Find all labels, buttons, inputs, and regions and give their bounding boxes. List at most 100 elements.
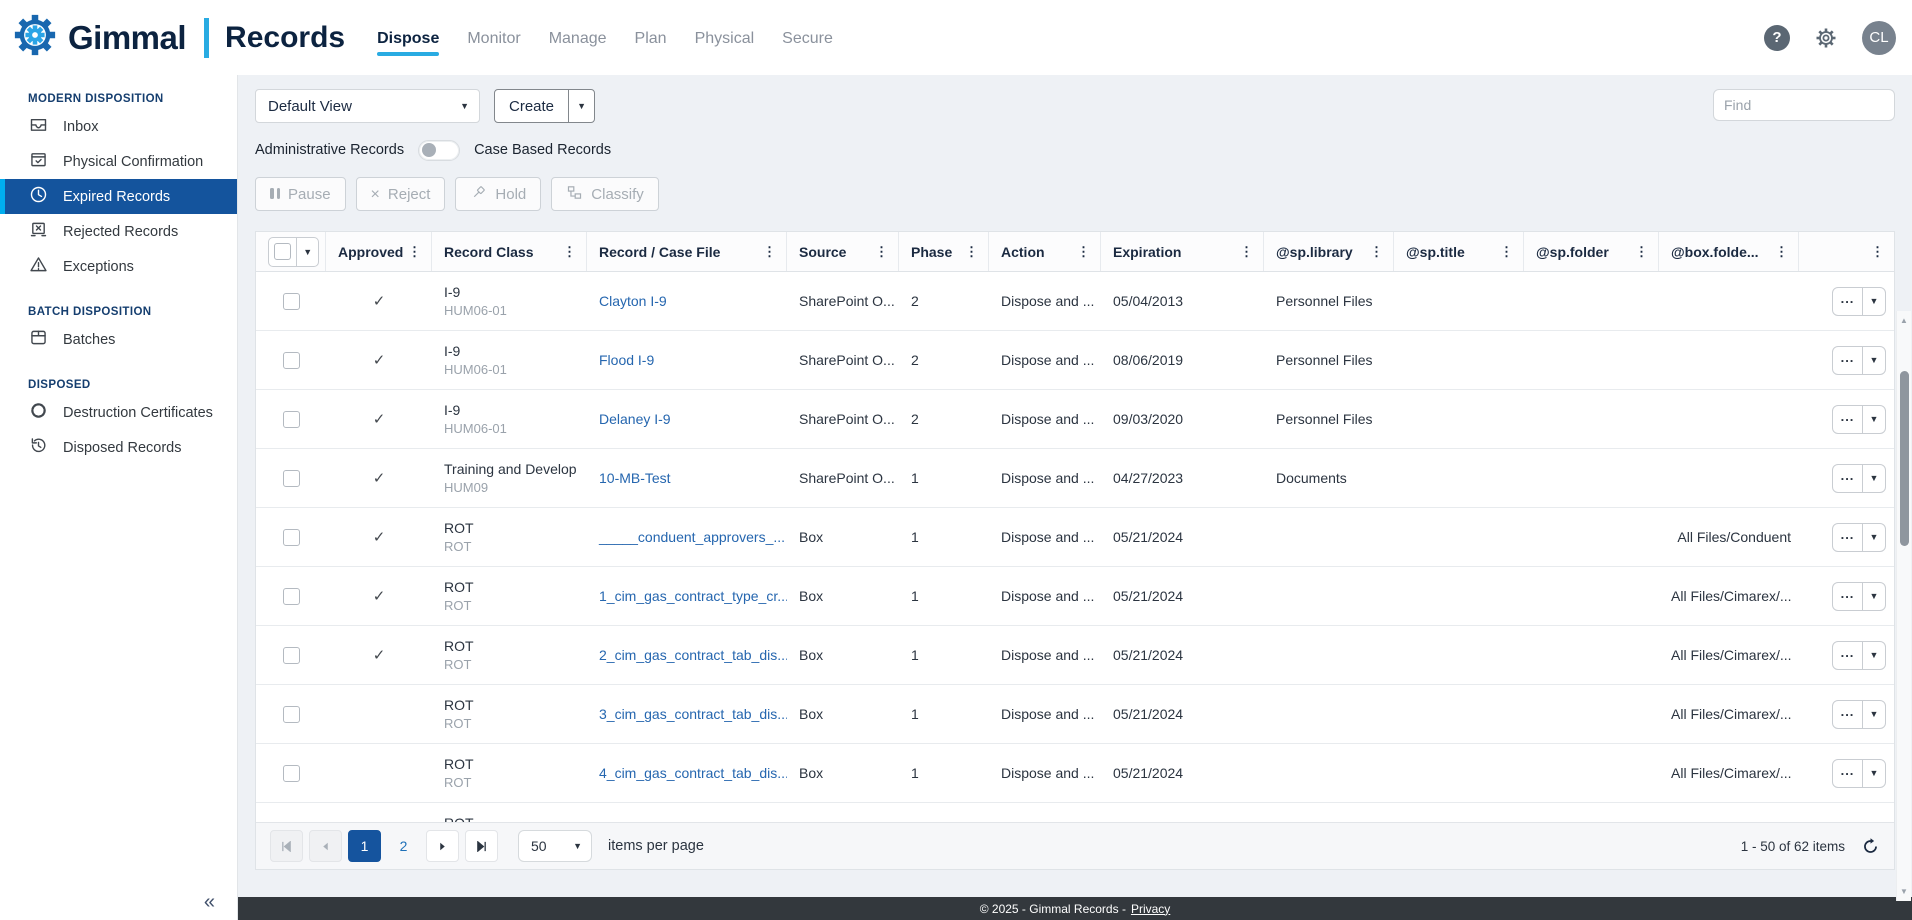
row-actions-button[interactable]: ...▼ <box>1832 759 1886 788</box>
sidebar-item-physical-confirmation[interactable]: Physical Confirmation <box>0 144 237 179</box>
row-more-icon[interactable]: ... <box>1833 760 1862 787</box>
row-actions-button[interactable]: ...▼ <box>1832 523 1886 552</box>
create-dropdown-caret-icon[interactable]: ▼ <box>568 90 594 122</box>
previous-page-button[interactable] <box>309 830 342 862</box>
nav-item-physical[interactable]: Physical <box>695 24 755 56</box>
record-file-link[interactable]: 10-MB-Test <box>599 470 671 486</box>
row-caret-icon[interactable]: ▼ <box>1862 288 1885 315</box>
row-actions-button[interactable]: ...▼ <box>1832 346 1886 375</box>
column-menu-icon[interactable]: ⋮ <box>1631 244 1652 260</box>
last-page-button[interactable] <box>465 830 498 862</box>
next-page-button[interactable] <box>426 830 459 862</box>
page-button-2[interactable]: 2 <box>387 830 420 862</box>
column-menu-icon[interactable]: ⋮ <box>1867 244 1888 260</box>
row-checkbox[interactable] <box>283 765 300 782</box>
column-menu-icon[interactable]: ⋮ <box>871 244 892 260</box>
nav-item-monitor[interactable]: Monitor <box>467 24 520 56</box>
page-size-select[interactable]: 50 ▼ <box>518 830 592 862</box>
row-more-icon[interactable]: ... <box>1833 465 1862 492</box>
row-checkbox[interactable] <box>283 529 300 546</box>
row-caret-icon[interactable]: ▼ <box>1862 465 1885 492</box>
privacy-link[interactable]: Privacy <box>1131 902 1170 916</box>
reject-button[interactable]: ×Reject <box>356 177 446 211</box>
row-actions-button[interactable]: ...▼ <box>1832 405 1886 434</box>
sidebar-item-disposed-records[interactable]: Disposed Records <box>0 430 237 465</box>
column-menu-icon[interactable]: ⋮ <box>404 244 425 260</box>
scroll-up-icon[interactable]: ▲ <box>1897 313 1911 328</box>
row-more-icon[interactable]: ... <box>1833 583 1862 610</box>
row-checkbox[interactable] <box>283 293 300 310</box>
row-actions-button[interactable]: ...▼ <box>1832 464 1886 493</box>
column-menu-icon[interactable]: ⋮ <box>1771 244 1792 260</box>
records-mode-toggle[interactable] <box>418 140 460 161</box>
refresh-icon[interactable] <box>1861 837 1880 856</box>
row-caret-icon[interactable]: ▼ <box>1862 760 1885 787</box>
select-all-control[interactable]: ▼ <box>268 237 319 267</box>
column-menu-icon[interactable]: ⋮ <box>1236 244 1257 260</box>
record-file-link[interactable]: 4_cim_gas_contract_tab_dis... <box>599 765 787 781</box>
sidebar-item-destruction-certificates[interactable]: Destruction Certificates <box>0 395 237 430</box>
classify-button[interactable]: Classify <box>551 177 659 211</box>
row-more-icon[interactable]: ... <box>1833 347 1862 374</box>
record-file-link[interactable]: Delaney I-9 <box>599 411 671 427</box>
row-caret-icon[interactable]: ▼ <box>1862 406 1885 433</box>
record-file-link[interactable]: _____conduent_approvers_... <box>599 529 785 545</box>
sidebar-item-rejected-records[interactable]: Rejected Records <box>0 214 237 249</box>
row-checkbox[interactable] <box>283 706 300 723</box>
sidebar-item-exceptions[interactable]: Exceptions <box>0 249 237 284</box>
vertical-scrollbar[interactable]: ▲ ▼ <box>1896 311 1911 901</box>
row-more-icon[interactable]: ... <box>1833 406 1862 433</box>
sidebar-item-batches[interactable]: Batches <box>0 322 237 357</box>
row-more-icon[interactable]: ... <box>1833 524 1862 551</box>
scroll-down-icon[interactable]: ▼ <box>1897 884 1911 899</box>
record-file-link[interactable]: 1_cim_gas_contract_type_cr... <box>599 588 787 604</box>
sidebar-item-expired-records[interactable]: Expired Records <box>0 179 237 214</box>
help-icon[interactable]: ? <box>1764 25 1790 51</box>
row-checkbox[interactable] <box>283 411 300 428</box>
row-checkbox[interactable] <box>283 352 300 369</box>
nav-item-manage[interactable]: Manage <box>549 24 607 56</box>
page-button-1[interactable]: 1 <box>348 830 381 862</box>
row-checkbox[interactable] <box>283 647 300 664</box>
hold-button[interactable]: Hold <box>455 177 541 211</box>
select-all-checkbox[interactable] <box>269 238 296 266</box>
record-file-link[interactable]: Flood I-9 <box>599 352 654 368</box>
row-checkbox[interactable] <box>283 470 300 487</box>
row-caret-icon[interactable]: ▼ <box>1862 347 1885 374</box>
nav-item-dispose[interactable]: Dispose <box>377 24 439 56</box>
create-button[interactable]: Create ▼ <box>494 89 595 123</box>
row-caret-icon[interactable]: ▼ <box>1862 583 1885 610</box>
row-actions-button[interactable]: ...▼ <box>1832 582 1886 611</box>
column-menu-icon[interactable]: ⋮ <box>1366 244 1387 260</box>
row-actions-button[interactable]: ...▼ <box>1832 287 1886 316</box>
avatar[interactable]: CL <box>1862 21 1896 55</box>
nav-item-plan[interactable]: Plan <box>635 24 667 56</box>
record-file-link[interactable]: Clayton I-9 <box>599 293 667 309</box>
row-more-icon[interactable]: ... <box>1833 642 1862 669</box>
pause-button[interactable]: Pause <box>255 177 346 211</box>
column-menu-icon[interactable]: ⋮ <box>1496 244 1517 260</box>
find-input[interactable] <box>1713 89 1895 121</box>
column-menu-icon[interactable]: ⋮ <box>759 244 780 260</box>
record-file-link[interactable]: 2_cim_gas_contract_tab_dis... <box>599 647 787 663</box>
row-caret-icon[interactable]: ▼ <box>1862 524 1885 551</box>
row-caret-icon[interactable]: ▼ <box>1862 701 1885 728</box>
collapse-sidebar-button[interactable]: « <box>204 891 215 914</box>
gear-icon[interactable] <box>1814 26 1838 50</box>
column-menu-icon[interactable]: ⋮ <box>1073 244 1094 260</box>
column-menu-icon[interactable]: ⋮ <box>559 244 580 260</box>
row-more-icon[interactable]: ... <box>1833 288 1862 315</box>
row-checkbox[interactable] <box>283 588 300 605</box>
row-more-icon[interactable]: ... <box>1833 701 1862 728</box>
scrollbar-thumb[interactable] <box>1900 371 1909 546</box>
column-menu-icon[interactable]: ⋮ <box>961 244 982 260</box>
select-all-caret-icon[interactable]: ▼ <box>296 238 318 266</box>
first-page-button[interactable] <box>270 830 303 862</box>
row-caret-icon[interactable]: ▼ <box>1862 642 1885 669</box>
view-select[interactable]: Default View ▼ <box>255 89 480 123</box>
row-actions-button[interactable]: ...▼ <box>1832 641 1886 670</box>
sidebar-item-inbox[interactable]: Inbox <box>0 109 237 144</box>
record-file-link[interactable]: 3_cim_gas_contract_tab_dis... <box>599 706 787 722</box>
nav-item-secure[interactable]: Secure <box>782 24 833 56</box>
row-actions-button[interactable]: ...▼ <box>1832 700 1886 729</box>
